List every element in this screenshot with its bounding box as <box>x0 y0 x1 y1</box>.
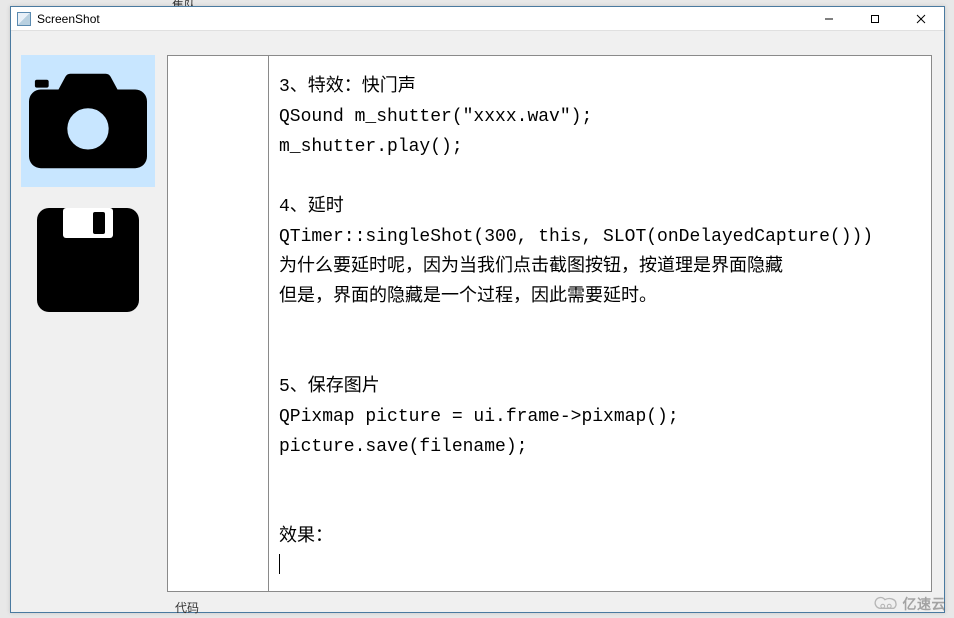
watermark: 亿速云 <box>873 594 947 614</box>
text-content: 3、特效：快门声 QSound m_shutter("xxxx.wav"); m… <box>279 77 873 547</box>
text-caret <box>279 554 280 574</box>
camera-icon <box>29 69 147 173</box>
app-window: ScreenShot <box>10 6 945 613</box>
text-editor[interactable]: 3、特效：快门声 QSound m_shutter("xxxx.wav"); m… <box>279 72 929 589</box>
sidebar <box>21 55 161 333</box>
content-frame: 3、特效：快门声 QSound m_shutter("xxxx.wav"); m… <box>167 55 932 592</box>
save-button[interactable] <box>35 205 141 315</box>
watermark-text: 亿速云 <box>903 594 947 614</box>
maximize-button[interactable] <box>852 7 898 31</box>
close-button[interactable] <box>898 7 944 31</box>
floppy-disk-icon <box>35 206 141 314</box>
frame-divider <box>268 56 269 591</box>
capture-button[interactable] <box>21 55 155 187</box>
client-area: 3、特效：快门声 QSound m_shutter("xxxx.wav"); m… <box>11 31 944 612</box>
watermark-logo-icon <box>873 595 899 613</box>
titlebar[interactable]: ScreenShot <box>11 7 944 31</box>
background-text-bottom: 代码 <box>175 599 199 616</box>
window-title: ScreenShot <box>37 12 100 26</box>
minimize-button[interactable] <box>806 7 852 31</box>
app-icon <box>17 12 31 26</box>
